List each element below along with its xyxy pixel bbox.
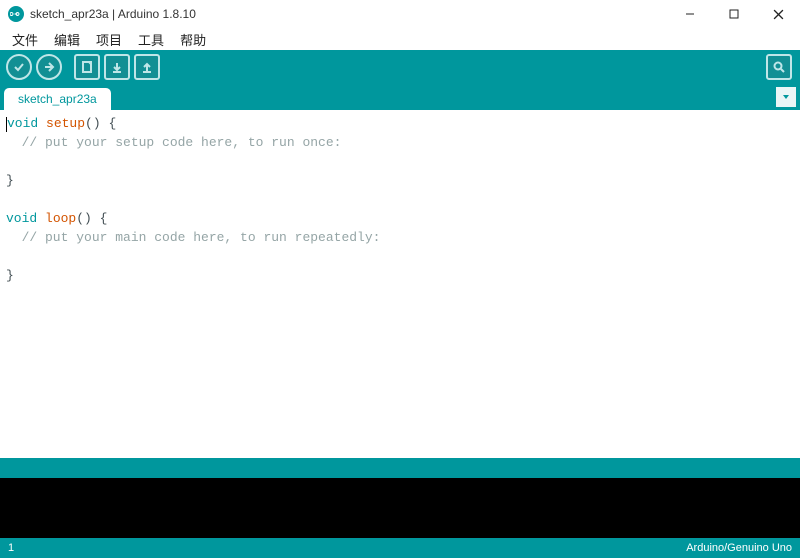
tabbar: sketch_apr23a (0, 84, 800, 110)
code-comment: // put your main code here, to run repea… (6, 230, 380, 245)
console-output[interactable] (0, 478, 800, 538)
toolbar (0, 50, 800, 84)
code-keyword: void (6, 211, 37, 226)
tab-menu-button[interactable] (776, 87, 796, 107)
code-function: setup (46, 116, 85, 131)
code-editor[interactable]: void setup() { // put your setup code he… (0, 110, 800, 458)
code-text: } (6, 268, 14, 283)
save-button[interactable] (134, 54, 160, 80)
maximize-button[interactable] (712, 0, 756, 28)
status-board: Arduino/Genuino Uno (686, 542, 792, 554)
minimize-button[interactable] (668, 0, 712, 28)
new-button[interactable] (74, 54, 100, 80)
menu-edit[interactable]: 编辑 (46, 28, 88, 51)
verify-button[interactable] (6, 54, 32, 80)
open-button[interactable] (104, 54, 130, 80)
message-bar (0, 458, 800, 478)
code-text: () { (85, 116, 116, 131)
code-text: } (6, 173, 14, 188)
serial-monitor-button[interactable] (766, 54, 792, 80)
menu-help[interactable]: 帮助 (172, 28, 214, 51)
statusbar: 1 Arduino/Genuino Uno (0, 538, 800, 558)
menu-sketch[interactable]: 项目 (88, 28, 130, 51)
upload-button[interactable] (36, 54, 62, 80)
close-button[interactable] (756, 0, 800, 28)
window-title: sketch_apr23a | Arduino 1.8.10 (30, 7, 668, 21)
code-keyword: void (7, 116, 38, 131)
code-comment: // put your setup code here, to run once… (6, 135, 341, 150)
menubar: 文件 编辑 项目 工具 帮助 (0, 28, 800, 50)
status-line-number: 1 (8, 542, 14, 554)
code-text: () { (76, 211, 107, 226)
window-titlebar: sketch_apr23a | Arduino 1.8.10 (0, 0, 800, 28)
code-function: loop (45, 211, 76, 226)
menu-tools[interactable]: 工具 (130, 28, 172, 51)
arduino-logo-icon (8, 6, 24, 22)
tab-sketch[interactable]: sketch_apr23a (4, 88, 111, 110)
menu-file[interactable]: 文件 (4, 28, 46, 51)
